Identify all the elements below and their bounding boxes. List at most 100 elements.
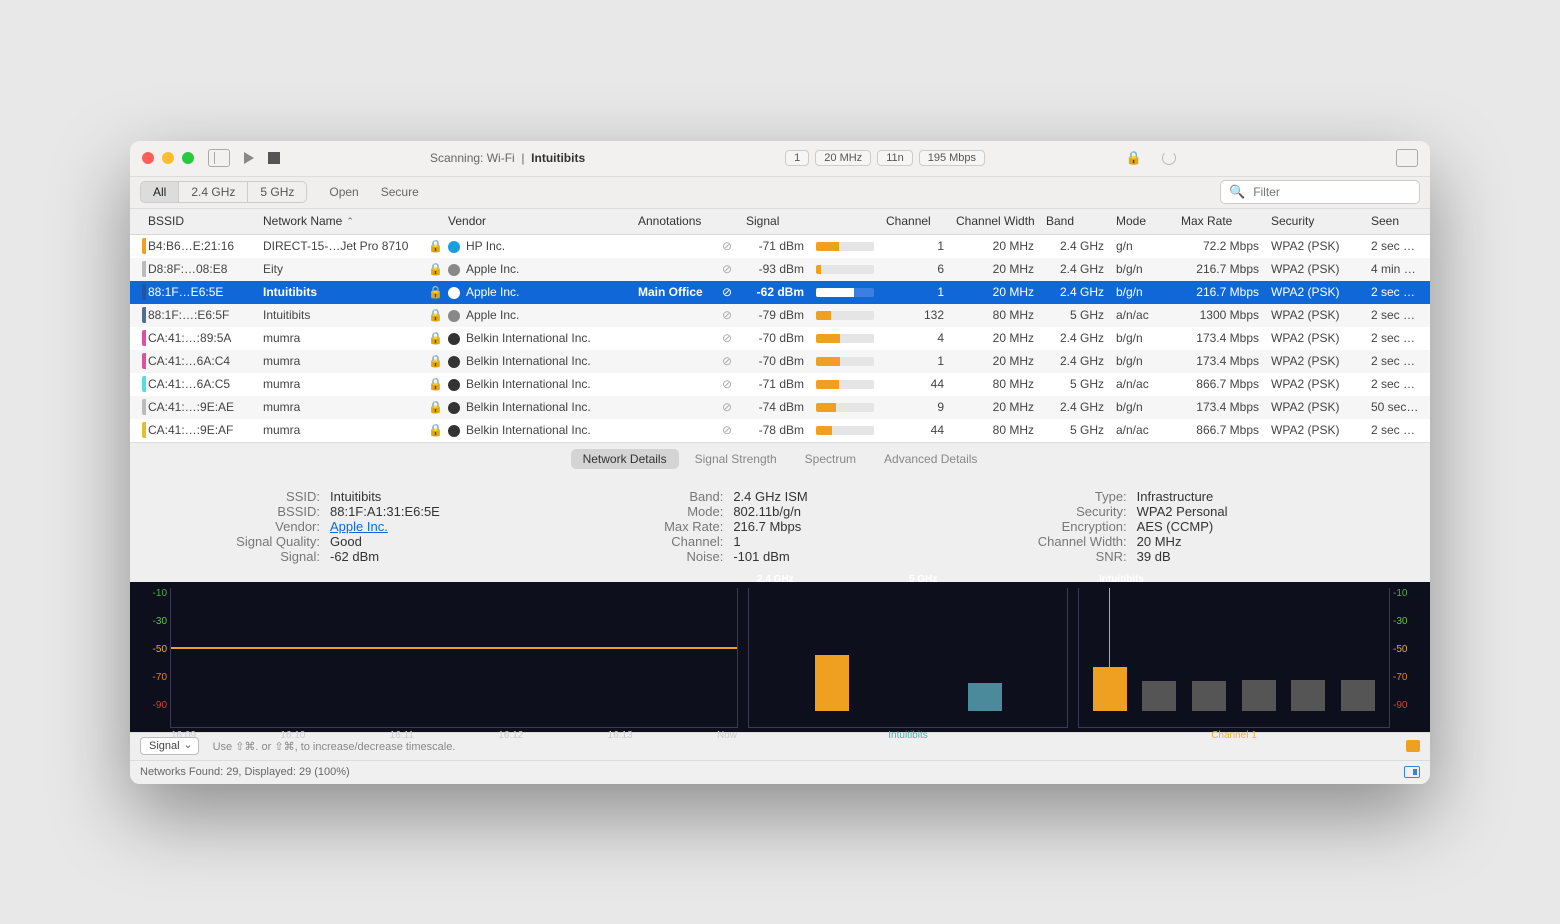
vendor-link[interactable]: Apple Inc. xyxy=(330,519,388,534)
table-row[interactable]: B4:B6…E:21:16 DIRECT-15-…Jet Pro 8710 🔒 … xyxy=(130,235,1430,258)
layout-icon[interactable] xyxy=(1404,766,1420,778)
status-text: Networks Found: 29, Displayed: 29 (100%) xyxy=(140,766,350,778)
lock-icon: 🔒 xyxy=(422,262,442,276)
column-header[interactable]: Network Name ⌃ xyxy=(257,214,422,228)
cell-bssid: B4:B6…E:21:16 xyxy=(142,239,257,253)
detail-tab[interactable]: Network Details xyxy=(571,449,679,469)
detail-row: Noise:-101 dBm xyxy=(593,549,966,564)
column-header[interactable]: Max Rate xyxy=(1175,214,1265,228)
table-row[interactable]: CA:41:…6A:C4 mumra 🔒 Belkin Internationa… xyxy=(130,350,1430,373)
cell-signal-bar xyxy=(810,288,880,297)
column-header[interactable]: Channel xyxy=(880,214,950,228)
search-field[interactable]: 🔍 xyxy=(1220,180,1420,204)
sidebar-toggle-icon[interactable] xyxy=(208,149,230,167)
channel-bar xyxy=(1341,680,1375,711)
table-row[interactable]: 88:1F:…:E6:5F Intuitibits 🔒 Apple Inc. ⊘… xyxy=(130,304,1430,327)
column-header[interactable]: Mode xyxy=(1110,214,1175,228)
lock-icon: 🔒 xyxy=(422,308,442,322)
cell-band: 2.4 GHz xyxy=(1040,262,1110,276)
band-segment-item[interactable]: 5 GHz xyxy=(248,182,306,202)
lock-icon: 🔒 xyxy=(422,400,442,414)
table-row[interactable]: CA:41:…:9E:AE mumra 🔒 Belkin Internation… xyxy=(130,396,1430,419)
cell-mode: a/n/ac xyxy=(1110,308,1175,322)
column-header[interactable]: Annotations xyxy=(632,214,712,228)
cell-signal-bar xyxy=(810,242,880,251)
table-row[interactable]: CA:41:…6A:C5 mumra 🔒 Belkin Internationa… xyxy=(130,373,1430,396)
cell-maxrate: 1300 Mbps xyxy=(1175,308,1265,322)
cell-security: WPA2 (PSK) xyxy=(1265,308,1365,322)
filter-open[interactable]: Open xyxy=(329,185,358,199)
detail-label: Type: xyxy=(997,489,1127,504)
column-header[interactable]: Seen xyxy=(1365,214,1426,228)
cell-channel-width: 20 MHz xyxy=(950,331,1040,345)
cell-vendor: Apple Inc. xyxy=(442,308,632,322)
stop-icon[interactable] xyxy=(268,152,280,164)
lock-icon: 🔒 xyxy=(422,377,442,391)
cell-name: DIRECT-15-…Jet Pro 8710 xyxy=(257,239,422,253)
table-row[interactable]: CA:41:…:9E:AF mumra 🔒 Belkin Internation… xyxy=(130,419,1430,442)
column-header[interactable]: Signal xyxy=(740,214,810,228)
play-icon[interactable] xyxy=(244,152,254,164)
filter-secure[interactable]: Secure xyxy=(381,185,419,199)
detail-value: Good xyxy=(330,534,362,549)
detail-value: 2.4 GHz ISM xyxy=(733,489,807,504)
zoom-icon[interactable] xyxy=(182,152,194,164)
cell-security: WPA2 (PSK) xyxy=(1265,331,1365,345)
cell-bssid: CA:41:…:9E:AE xyxy=(142,400,257,414)
titlebar-chip: 195 Mbps xyxy=(919,150,985,166)
ytick: -30 xyxy=(143,616,167,627)
band-segment-item[interactable]: 2.4 GHz xyxy=(179,182,248,202)
detail-tab[interactable]: Spectrum xyxy=(793,449,868,469)
cell-seen: 2 sec ago xyxy=(1365,377,1426,391)
metric-select[interactable]: Signal xyxy=(140,737,199,755)
band-segment-item[interactable]: All xyxy=(141,182,179,202)
detail-row: Mode:802.11b/g/n xyxy=(593,504,966,519)
spinner-icon xyxy=(1162,151,1176,165)
search-icon: 🔍 xyxy=(1229,184,1245,200)
ytick: -50 xyxy=(1393,644,1417,655)
cell-mode: b/g/n xyxy=(1110,400,1175,414)
column-header[interactable]: Security xyxy=(1265,214,1365,228)
cell-security: WPA2 (PSK) xyxy=(1265,423,1365,437)
panel-toggle-icon[interactable] xyxy=(1396,149,1418,167)
cell-mode: a/n/ac xyxy=(1110,423,1175,437)
cell-signal-bar xyxy=(810,426,880,435)
table-row[interactable]: CA:41:…:89:5A mumra 🔒 Belkin Internation… xyxy=(130,327,1430,350)
table-row[interactable]: D8:8F:…08:E8 Eity 🔒 Apple Inc. ⊘ -93 dBm… xyxy=(130,258,1430,281)
search-input[interactable] xyxy=(1249,183,1412,201)
table-row[interactable]: 88:1F…E6:5E Intuitibits 🔒 Apple Inc. Mai… xyxy=(130,281,1430,304)
detail-tab[interactable]: Advanced Details xyxy=(872,449,989,469)
cell-channel: 1 xyxy=(880,354,950,368)
cell-signal: -70 dBm xyxy=(740,331,810,345)
cell-seen: 50 sec ago xyxy=(1365,400,1426,414)
cell-maxrate: 216.7 Mbps xyxy=(1175,285,1265,299)
ytick: -90 xyxy=(1393,700,1417,711)
cell-mode: b/g/n xyxy=(1110,285,1175,299)
detail-value: AES (CCMP) xyxy=(1137,519,1214,534)
close-icon[interactable] xyxy=(142,152,154,164)
cell-band: 5 GHz xyxy=(1040,423,1110,437)
column-header[interactable]: Vendor xyxy=(442,214,632,228)
lock-icon: 🔒 xyxy=(422,239,442,253)
detail-label: SNR: xyxy=(997,549,1127,564)
cell-maxrate: 173.4 Mbps xyxy=(1175,354,1265,368)
column-header[interactable]: Channel Width xyxy=(950,214,1040,228)
cell-seen: 2 sec ago xyxy=(1365,423,1426,437)
channel-bar xyxy=(1093,667,1127,710)
chart-title-24: 2.4 GHz xyxy=(757,574,794,585)
channel-bar xyxy=(1192,681,1226,710)
cell-name: mumra xyxy=(257,423,422,437)
minimize-icon[interactable] xyxy=(162,152,174,164)
column-header[interactable]: BSSID xyxy=(142,214,257,228)
cell-vendor: Belkin International Inc. xyxy=(442,377,632,391)
scan-status: Scanning: Wi-Fi | Intuitibits xyxy=(430,151,585,165)
cell-band: 2.4 GHz xyxy=(1040,354,1110,368)
annotation-icon: ⊘ xyxy=(712,285,740,299)
detail-label: Signal: xyxy=(190,549,320,564)
cell-channel-width: 20 MHz xyxy=(950,262,1040,276)
band-compare-chart: 2.4 GHz 5 GHz Intuitibits xyxy=(748,588,1068,728)
detail-tab[interactable]: Signal Strength xyxy=(683,449,789,469)
cell-channel: 9 xyxy=(880,400,950,414)
column-header[interactable]: Band xyxy=(1040,214,1110,228)
vendor-icon xyxy=(448,333,460,345)
